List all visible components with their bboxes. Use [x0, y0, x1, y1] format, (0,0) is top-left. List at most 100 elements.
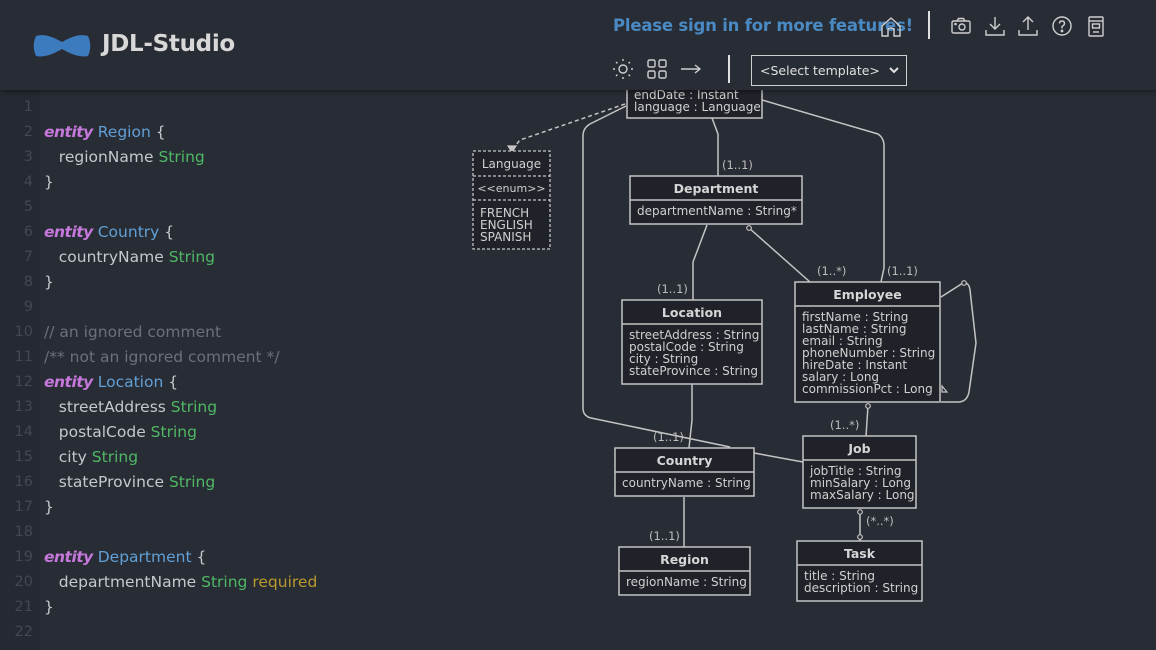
code-text: // an ignored comment — [44, 320, 221, 345]
code-line[interactable]: 21} — [0, 595, 450, 620]
line-number: 15 — [14, 449, 33, 465]
code-token: city — [44, 448, 92, 466]
entity-employee[interactable]: EmployeefirstName : StringlastName : Str… — [794, 281, 941, 403]
code-line[interactable]: 16 stateProvince String — [0, 470, 450, 495]
camera-icon[interactable] — [949, 14, 973, 38]
sun-icon[interactable] — [611, 57, 635, 81]
code-line[interactable]: 10 // an ignored comment — [0, 320, 450, 345]
multiplicity-label: (1..1) — [887, 264, 918, 278]
storage-icon[interactable] — [1084, 14, 1108, 38]
code-token: postalCode — [44, 423, 151, 441]
line-number: 12 — [14, 374, 33, 390]
code-text: stateProvince String — [44, 470, 215, 495]
entity-title: Location — [662, 305, 722, 320]
entity-region[interactable]: Region regionName : String — [618, 546, 751, 596]
line-number: 19 — [14, 549, 33, 565]
line-number: 1 — [23, 99, 33, 115]
code-line[interactable]: 1 — [0, 95, 450, 120]
type-token: String — [201, 573, 248, 591]
code-line[interactable]: 14 postalCode String — [0, 420, 450, 445]
line-number: 3 — [23, 149, 33, 165]
entity-location[interactable]: LocationstreetAddress : StringpostalCode… — [621, 299, 763, 385]
toolbar-divider — [928, 11, 930, 39]
comment-token: // an ignored comment — [44, 323, 222, 341]
type-token: String — [168, 248, 215, 266]
arrow-right-icon[interactable] — [679, 57, 703, 81]
code-token: streetAddress — [44, 398, 171, 416]
line-number: 11 — [14, 349, 33, 365]
entity-title: Job — [847, 441, 870, 456]
code-text: } — [44, 595, 54, 620]
type-token: String — [170, 398, 218, 416]
code-editor[interactable]: 1 2 entity Region {3 regionName String 4} 5 6… — [0, 90, 450, 650]
template-select-value: <Select template> — [760, 63, 880, 78]
code-line[interactable]: 2 entity Region { — [0, 120, 450, 145]
multiplicity-label: (*..*) — [866, 514, 894, 528]
enum-value: SPANISH — [480, 230, 531, 244]
entity-title: Task — [844, 546, 876, 561]
code-text: entity Region { — [44, 120, 166, 145]
diagram-canvas[interactable]: Department departmentName : String* Locati… — [450, 90, 1156, 650]
code-line[interactable]: 5 — [0, 195, 450, 220]
code-line[interactable]: 3 regionName String — [0, 145, 450, 170]
code-text: departmentName String required — [44, 570, 318, 595]
line-number: 21 — [14, 599, 33, 615]
help-icon[interactable] — [1050, 14, 1074, 38]
code-text: } — [44, 495, 54, 520]
code-line[interactable]: 19 entity Department { — [0, 545, 450, 570]
code-line[interactable]: 20 departmentName String required — [0, 570, 450, 595]
entity-partial-top[interactable]: endDate : Instantlanguage : Language — [626, 90, 763, 119]
code-line[interactable]: 4} — [0, 170, 450, 195]
line-number: 22 — [14, 624, 33, 640]
type-token: String — [91, 448, 139, 466]
code-line[interactable]: 18 — [0, 520, 450, 545]
grid-icon[interactable] — [645, 57, 669, 81]
line-number: 8 — [23, 274, 33, 290]
code-line[interactable]: 7 countryName String — [0, 245, 450, 270]
template-select[interactable]: <Select template> — [751, 55, 907, 86]
entity-title: Country — [657, 453, 713, 468]
multiplicity-label: (1..*) — [830, 418, 859, 432]
enum-language[interactable]: Language<<enum>>FRENCHENGLISHSPANISH — [472, 150, 551, 250]
entity-field: maxSalary : Long — [810, 488, 915, 502]
entity-diagram[interactable]: Department departmentName : String* Locati… — [450, 90, 1156, 650]
entity-department[interactable]: Department departmentName : String* — [629, 175, 803, 225]
code-token: { — [191, 548, 207, 566]
line-number: 5 — [23, 199, 33, 215]
line-number: 14 — [14, 424, 33, 440]
multiplicity-label: (1..1) — [722, 158, 753, 172]
entity-country[interactable]: Country countryName : String — [614, 447, 755, 497]
code-line[interactable]: 13 streetAddress String — [0, 395, 450, 420]
line-number: 20 — [14, 574, 33, 590]
code-text: entity Location { — [44, 370, 178, 395]
code-line[interactable]: 9 — [0, 295, 450, 320]
code-line[interactable]: 11 /** not an ignored comment */ — [0, 345, 450, 370]
code-token: countryName — [44, 248, 169, 266]
download-icon[interactable] — [983, 14, 1007, 38]
keyword-token: entity — [44, 548, 93, 566]
code-line[interactable]: 6 entity Country { — [0, 220, 450, 245]
code-line[interactable]: 17} — [0, 495, 450, 520]
code-line[interactable]: 8} — [0, 270, 450, 295]
enum-title: Language — [482, 157, 541, 171]
enum-stereotype: <<enum>> — [477, 182, 545, 195]
code-line[interactable]: 22 — [0, 620, 450, 645]
type-token: String — [150, 423, 197, 441]
rel-employee-self — [940, 282, 977, 403]
entity-task[interactable]: Tasktitle : Stringdescription : String — [796, 540, 923, 602]
code-text: } — [44, 270, 54, 295]
sign-in-link[interactable]: Please sign in for more features! — [613, 16, 913, 35]
entity-field: regionName : String — [626, 575, 747, 589]
upload-icon[interactable] — [1016, 14, 1040, 38]
multiplicity-label: (1..1) — [653, 430, 684, 444]
code-line[interactable]: 12 entity Location { — [0, 370, 450, 395]
line-number: 17 — [14, 499, 33, 515]
code-line[interactable]: 15 city String — [0, 445, 450, 470]
entity-field: description : String — [804, 581, 918, 595]
rel-country-job — [753, 452, 804, 463]
home-icon[interactable] — [879, 15, 903, 39]
entity-title: Employee — [833, 287, 902, 302]
entity-job[interactable]: JobjobTitle : StringminSalary : LongmaxS… — [802, 435, 917, 509]
app-title: JDL-Studio — [102, 31, 235, 57]
line-number: 18 — [14, 524, 33, 540]
